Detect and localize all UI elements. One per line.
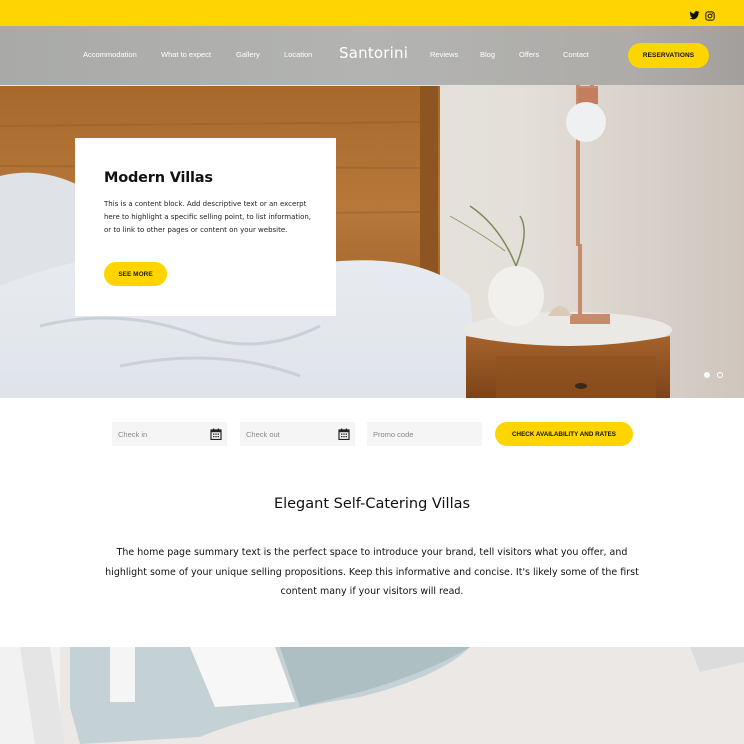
- instagram-icon[interactable]: [705, 6, 716, 21]
- content-card: Modern Villas This is a content block. A…: [75, 138, 336, 316]
- nav-link-contact[interactable]: Contact: [563, 50, 589, 59]
- nav-link-reviews[interactable]: Reviews: [430, 50, 458, 59]
- see-more-button[interactable]: SEE MORE: [104, 262, 167, 286]
- site-logo[interactable]: Santorini: [339, 44, 408, 62]
- nav-link-accommodation[interactable]: Accommodation: [83, 50, 137, 59]
- check-availability-button[interactable]: CHECK AVAILABILITY AND RATES: [495, 422, 633, 446]
- intro-title: Elegant Self-Catering Villas: [273, 496, 471, 512]
- nav-link-offers[interactable]: Offers: [519, 50, 539, 59]
- check-out-field[interactable]: Check out: [240, 422, 355, 446]
- calendar-icon[interactable]: [210, 428, 222, 441]
- nav-link-blog[interactable]: Blog: [480, 50, 495, 59]
- calendar-icon[interactable]: [338, 428, 350, 441]
- check-in-field[interactable]: Check in: [112, 422, 227, 446]
- check-out-placeholder: Check out: [246, 429, 280, 439]
- nav-link-what-to-expect[interactable]: What to expect: [161, 50, 211, 59]
- check-in-placeholder: Check in: [118, 429, 148, 439]
- terrace-photo: [0, 647, 744, 744]
- slider-pagination: [704, 372, 723, 378]
- slider-dot-2[interactable]: [717, 372, 723, 378]
- booking-form: Check in Check out Promo code CHECK AVAI…: [0, 422, 744, 446]
- social-links: [689, 6, 716, 21]
- santorini-terrace-image: [0, 647, 744, 744]
- nav-link-gallery[interactable]: Gallery: [236, 50, 260, 59]
- twitter-icon[interactable]: [689, 6, 700, 20]
- hero-slider: Accommodation What to expect Gallery Loc…: [0, 26, 744, 398]
- reservations-button[interactable]: RESERVATIONS: [628, 43, 709, 68]
- promo-code-input[interactable]: Promo code: [367, 422, 482, 446]
- top-bar: [0, 0, 744, 26]
- slider-dot-1[interactable]: [704, 372, 710, 378]
- card-body: This is a content block. Add descriptive…: [104, 200, 312, 235]
- card-title: Modern Villas: [104, 170, 213, 186]
- promo-code-placeholder: Promo code: [373, 429, 414, 439]
- intro-text: The home page summary text is the perfec…: [105, 547, 639, 597]
- main-nav: Accommodation What to expect Gallery Loc…: [0, 26, 744, 85]
- nav-link-location[interactable]: Location: [284, 50, 312, 59]
